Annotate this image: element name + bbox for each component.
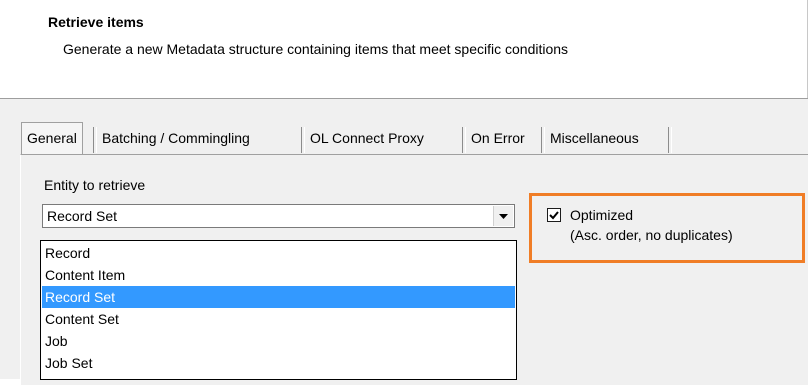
tab-on-error[interactable]: On Error [466, 123, 530, 154]
optimized-highlight: Optimized (Asc. order, no duplicates) [529, 193, 805, 263]
dropdown-option-job[interactable]: Job [42, 330, 515, 352]
entity-combobox[interactable]: Record Set [42, 204, 515, 228]
dropdown-option-record-set[interactable]: Record Set [42, 286, 515, 308]
tab-ol-connect-proxy[interactable]: OL Connect Proxy [305, 123, 429, 154]
tab-miscellaneous[interactable]: Miscellaneous [545, 123, 644, 154]
dialog-header: Retrieve items Generate a new Metadata s… [0, 0, 808, 98]
checkmark-icon [549, 211, 559, 220]
entity-label: Entity to retrieve [44, 177, 146, 193]
dialog-subtitle: Generate a new Metadata structure contai… [63, 41, 569, 57]
tab-label: OL Connect Proxy [310, 130, 424, 146]
tab-separator [668, 127, 672, 153]
chevron-down-icon[interactable] [493, 206, 513, 226]
dialog-title: Retrieve items [48, 14, 144, 30]
entity-combobox-value: Record Set [47, 208, 118, 224]
tab-label: General [27, 130, 77, 146]
dropdown-option-job-set[interactable]: Job Set [42, 352, 515, 374]
optimized-note: (Asc. order, no duplicates) [570, 227, 733, 243]
tab-general[interactable]: General [21, 122, 83, 155]
tab-batching[interactable]: Batching / Commingling [97, 123, 255, 154]
dropdown-option-content-set[interactable]: Content Set [42, 308, 515, 330]
entity-dropdown-list[interactable]: Record Content Item Record Set Content S… [40, 240, 517, 380]
tab-label: Miscellaneous [550, 130, 639, 146]
optimized-label[interactable]: Optimized [570, 205, 633, 225]
tab-label: On Error [471, 130, 525, 146]
dialog-body: General Batching / Commingling OL Connec… [0, 99, 808, 385]
dropdown-option-record[interactable]: Record [42, 242, 515, 264]
dropdown-option-content-item[interactable]: Content Item [42, 264, 515, 286]
tab-label: Batching / Commingling [102, 130, 250, 146]
optimized-checkbox[interactable] [547, 208, 561, 222]
